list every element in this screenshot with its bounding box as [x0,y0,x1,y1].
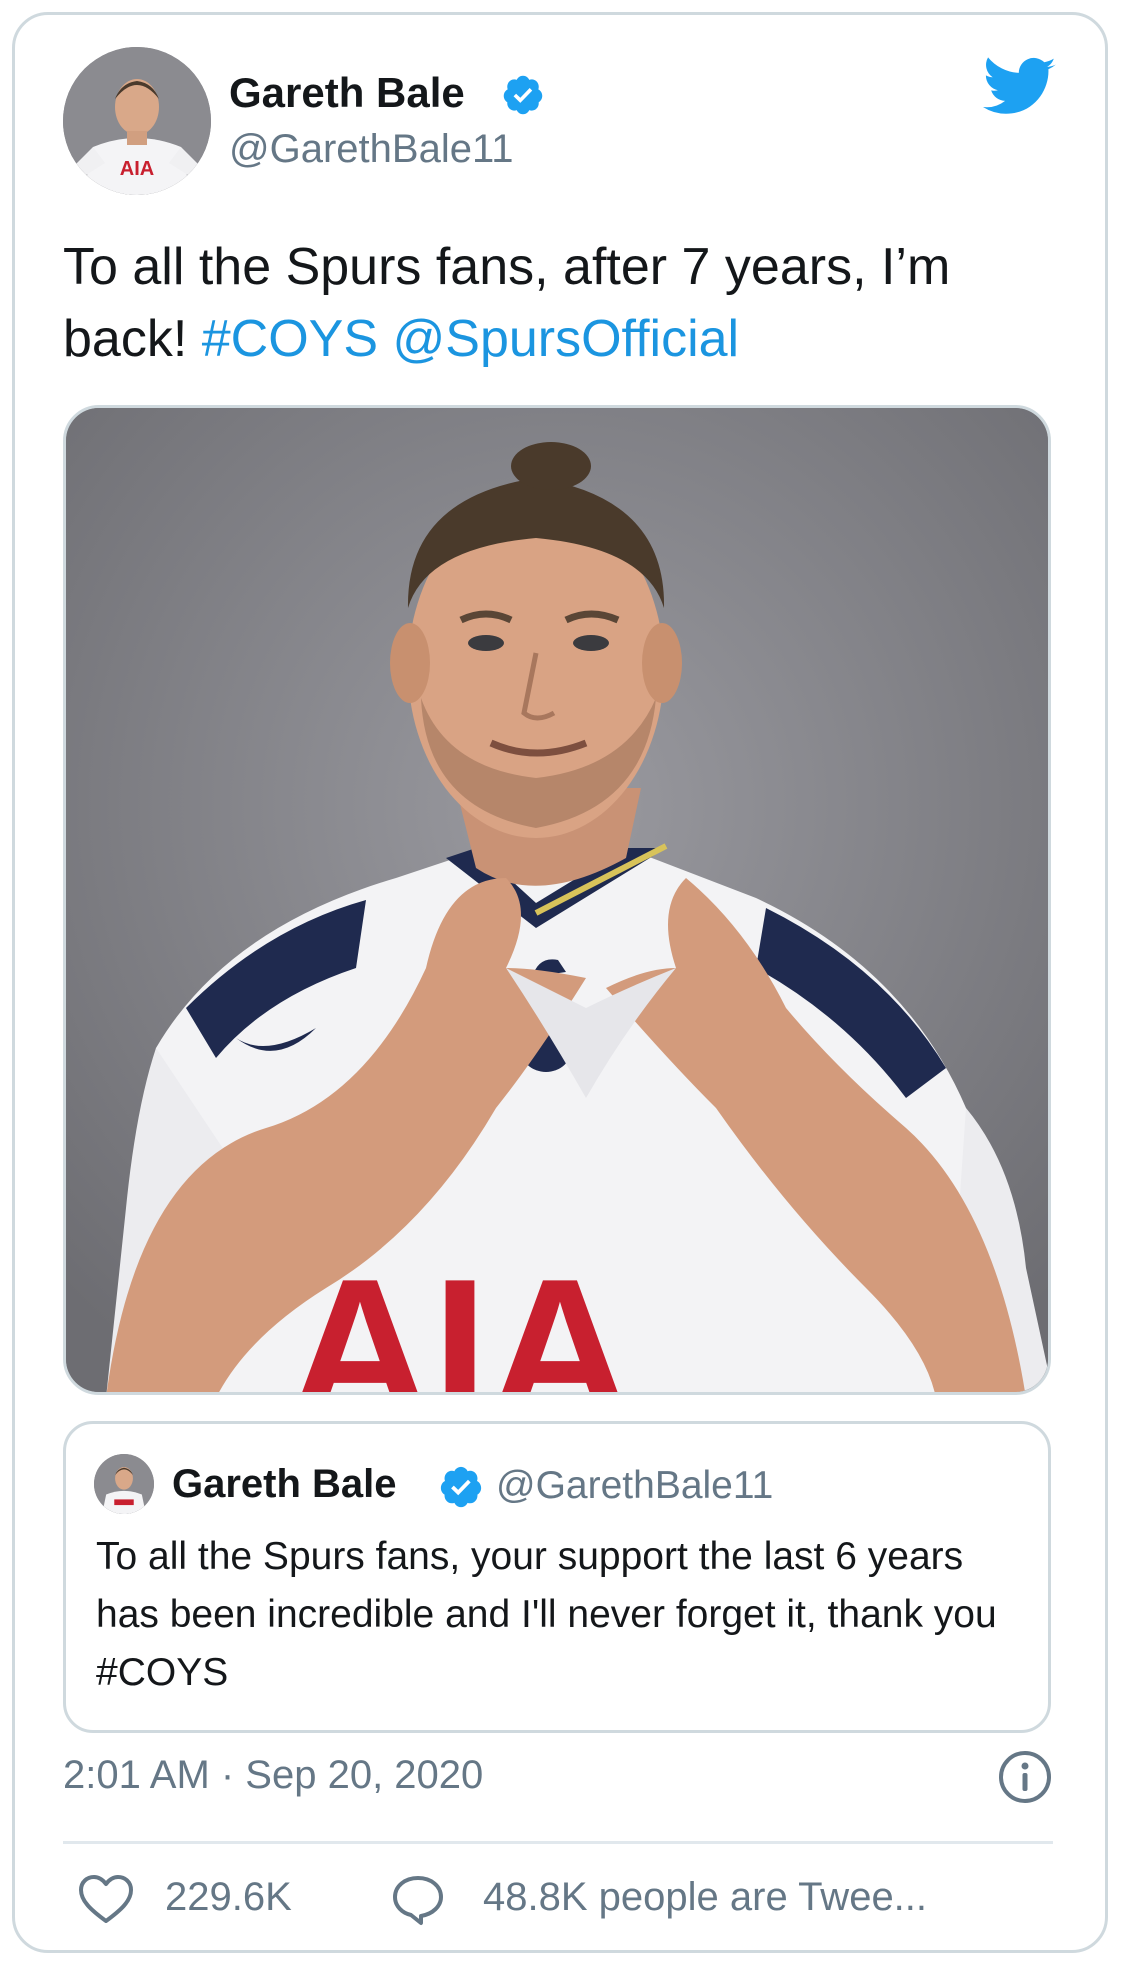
divider [63,1841,1053,1844]
info-icon[interactable] [997,1749,1053,1805]
author-handle[interactable]: @GarethBale11 [229,127,513,172]
twitter-bird-icon[interactable] [983,57,1057,119]
quoted-tweet[interactable]: Gareth Bale @GarethBale11 To all the Spu… [63,1421,1051,1733]
tweet-text: To all the Spurs fans, after 7 years, I’… [63,231,1063,375]
quoted-tweet-text: To all the Spurs fans, your support the … [96,1535,997,1694]
quoted-author-display-name: Gareth Bale [172,1462,397,1506]
hashtag-link[interactable]: #COYS [202,310,378,368]
player-photo-illustration: AIA [66,408,1048,1392]
tweet-card: AIA Gareth Bale @GarethBale11 To all the… [12,12,1108,1953]
author-display-name[interactable]: Gareth Bale [229,69,465,117]
like-count: 229.6K [165,1875,292,1919]
author-avatar[interactable]: AIA [63,47,211,195]
avatar-photo-icon [94,1454,154,1514]
tweet-timestamp[interactable]: 2:01 AM · Sep 20, 2020 [63,1753,483,1798]
quoted-author-handle: @GarethBale11 [496,1464,774,1507]
verified-badge-icon [440,1466,482,1508]
quoted-author-avatar [94,1454,154,1514]
speech-bubble-icon[interactable] [391,1873,445,1927]
text-space [378,310,392,368]
mention-link[interactable]: @SpursOfficial [392,310,739,368]
verified-badge-icon [503,75,543,115]
replies-text[interactable]: 48.8K people are Twee... [483,1875,927,1920]
heart-icon[interactable] [77,1873,135,1925]
tweet-photo[interactable]: AIA [63,405,1051,1395]
svg-text:AIA: AIA [120,158,154,180]
avatar-photo-icon: AIA [63,47,211,195]
